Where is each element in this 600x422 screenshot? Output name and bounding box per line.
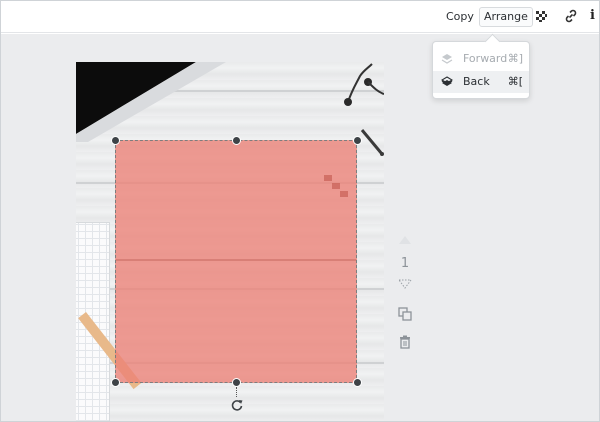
move-down-icon[interactable] [397,278,413,290]
menu-item-back[interactable]: Back ⌘[ [433,71,529,93]
menu-item-shortcut: ⌘] [507,52,523,65]
shape-decoration [340,191,348,197]
rotate-stem [236,387,237,397]
resize-handle-top[interactable] [232,136,241,145]
link-icon[interactable] [563,8,579,24]
duplicate-icon[interactable] [397,306,413,322]
page-number: 1 [400,256,410,271]
menu-item-label: Forward [463,52,508,65]
selected-shape[interactable] [115,140,357,383]
earphones-image [344,63,384,106]
arrange-dropdown: Forward ⌘] Back ⌘[ [432,41,530,99]
shape-decoration [332,183,340,189]
shape-texture-line [116,259,356,261]
copy-button[interactable]: Copy [442,7,478,27]
resize-handle-bottom[interactable] [232,378,241,387]
resize-handle-bottom-right[interactable] [353,378,362,387]
laptop-image [76,62,226,142]
rotate-icon[interactable] [230,398,244,412]
menu-item-forward[interactable]: Forward ⌘] [433,48,529,70]
resize-handle-top-left[interactable] [111,136,120,145]
layer-back-icon [441,76,453,86]
shape-decoration [324,175,332,181]
trash-icon[interactable] [397,334,413,350]
resize-handle-bottom-left[interactable] [111,378,120,387]
menu-item-label: Back [463,75,490,88]
top-toolbar: Copy Arrange i [1,1,599,33]
info-icon[interactable]: i [590,8,600,24]
resize-handle-top-right[interactable] [353,136,362,145]
pen-image [360,129,384,156]
arrange-button[interactable]: Arrange [479,7,533,27]
layer-forward-icon [441,54,453,64]
move-up-icon[interactable] [397,234,413,246]
transparency-icon[interactable] [533,8,549,24]
menu-item-shortcut: ⌘[ [507,75,523,88]
